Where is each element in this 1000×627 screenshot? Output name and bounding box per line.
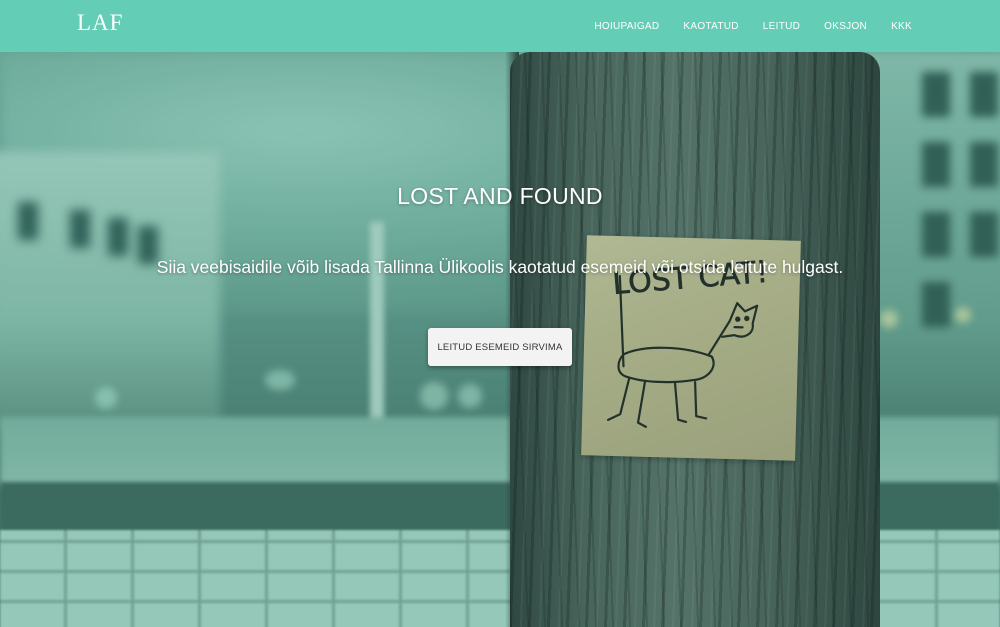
browse-found-items-button[interactable]: LEITUD ESEMEID SIRVIMA — [428, 328, 572, 366]
nav-item-oksjon[interactable]: OKSJON — [824, 21, 867, 32]
hero-section: LOST CAT! LOST AND FOUND Siia veebisaidi… — [0, 52, 1000, 627]
nav-item-leitud[interactable]: LEITUD — [763, 21, 800, 32]
nav-item-kkk[interactable]: KKK — [891, 21, 912, 32]
hero-subtitle: Siia veebisaidile võib lisada Tallinna Ü… — [156, 257, 844, 277]
brand-logo[interactable]: LAF — [77, 10, 123, 36]
hero-title: LOST AND FOUND — [397, 183, 603, 209]
nav-item-kaotatud[interactable]: KAOTATUD — [683, 21, 738, 32]
navbar: LAF HOIUPAIGAD KAOTATUD LEITUD OKSJON KK… — [0, 0, 1000, 52]
nav-item-hoiupaigad[interactable]: HOIUPAIGAD — [594, 21, 659, 32]
page: LAF HOIUPAIGAD KAOTATUD LEITUD OKSJON KK… — [0, 0, 1000, 627]
nav-menu: HOIUPAIGAD KAOTATUD LEITUD OKSJON KKK — [594, 0, 912, 52]
